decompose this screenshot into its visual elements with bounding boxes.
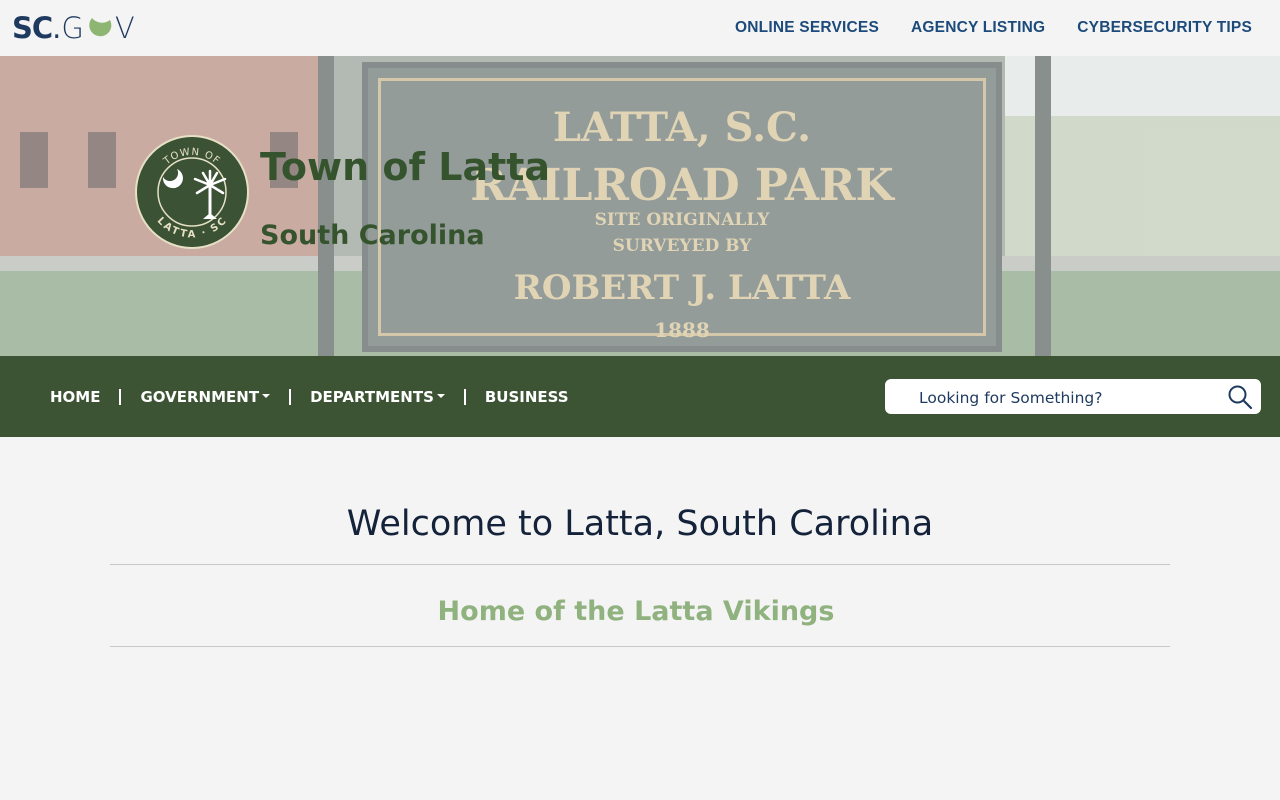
vikings-subheading: Home of the Latta Vikings: [437, 596, 835, 627]
nav-business[interactable]: BUSINESS: [485, 388, 569, 406]
seal-top-text: TOWN OF: [161, 147, 221, 168]
crescent-moon-icon: [89, 18, 112, 37]
town-subtitle: South Carolina: [260, 220, 485, 251]
town-seal-logo: TOWN OF LATTA · SC: [135, 135, 249, 249]
nav-separator: [289, 388, 292, 405]
nav-departments-label: DEPARTMENTS: [310, 387, 434, 406]
scgov-logo[interactable]: SC . G V: [12, 11, 136, 45]
caret-down-icon: [436, 393, 445, 398]
scgov-header: SC . G V ONLINE SERVICES AGENCY LISTING …: [0, 0, 1280, 56]
svg-text:LATTA · SC: LATTA · SC: [155, 215, 229, 240]
nav-menu: HOME GOVERNMENT DEPARTMENTS BUSINESS: [50, 356, 569, 437]
logo-dot: .: [52, 11, 62, 45]
nav-separator: [463, 388, 466, 405]
seal-bottom-text: LATTA · SC: [155, 215, 228, 240]
search-icon[interactable]: [1227, 384, 1253, 410]
caret-down-icon: [262, 393, 271, 398]
nav-home[interactable]: HOME: [50, 388, 100, 406]
palmetto-seal-icon: TOWN OF LATTA · SC: [155, 147, 229, 241]
nav-business-label: BUSINESS: [484, 387, 569, 406]
divider: [110, 646, 1170, 647]
cybersecurity-tips-link[interactable]: CYBERSECURITY TIPS: [1077, 19, 1252, 37]
search-input[interactable]: [917, 379, 1221, 416]
welcome-heading: Welcome to Latta, South Carolina: [346, 504, 934, 544]
site-search-box: [885, 379, 1261, 416]
nav-departments-dropdown[interactable]: DEPARTMENTS: [310, 388, 445, 406]
nav-government-dropdown[interactable]: GOVERNMENT: [140, 387, 271, 406]
logo-sc-text: SC: [12, 11, 53, 45]
divider: [110, 564, 1170, 565]
nav-separator: [119, 388, 122, 405]
online-services-link[interactable]: ONLINE SERVICES: [735, 19, 879, 37]
nav-government-label: GOVERNMENT: [140, 387, 260, 406]
agency-listing-link[interactable]: AGENCY LISTING: [911, 19, 1045, 37]
scgov-top-nav: ONLINE SERVICES AGENCY LISTING CYBERSECU…: [735, 0, 1252, 56]
svg-text:TOWN OF: TOWN OF: [161, 147, 222, 168]
logo-gov-text: G V: [61, 11, 135, 45]
logo-gov-v: V: [114, 11, 136, 45]
town-title: Town of Latta: [260, 145, 551, 189]
logo-gov-g: G: [61, 11, 85, 45]
nav-home-label: HOME: [50, 387, 101, 406]
